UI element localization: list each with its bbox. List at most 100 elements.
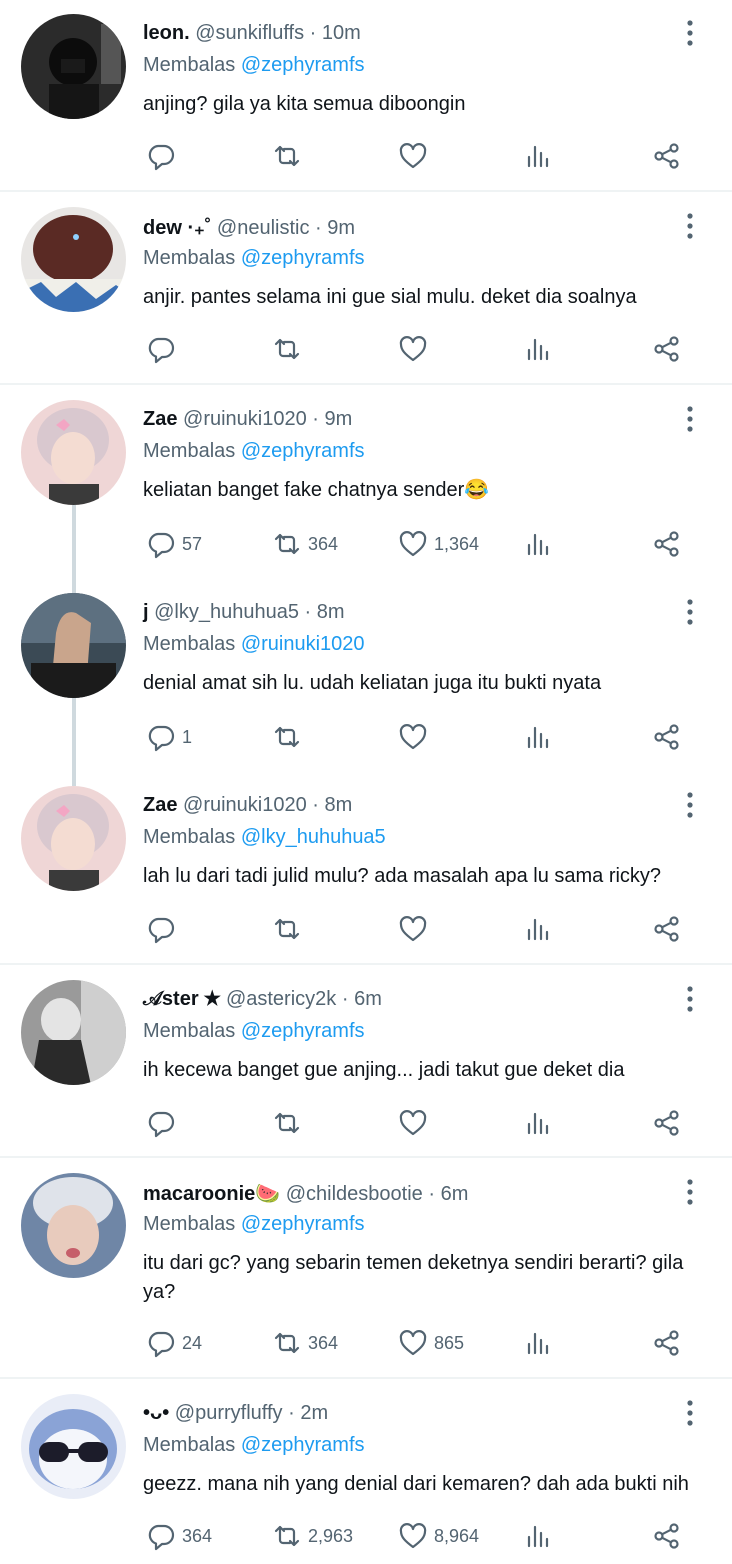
reply-button[interactable] <box>146 140 182 172</box>
like-button[interactable] <box>398 913 434 945</box>
reply-button[interactable] <box>146 913 182 945</box>
more-icon[interactable] <box>678 18 702 48</box>
share-button[interactable] <box>652 528 682 560</box>
tweet-text: itu dari gc? yang sebarin temen deketnya… <box>143 1252 684 1303</box>
retweet-button[interactable]: 364 <box>272 1327 338 1359</box>
share-button[interactable] <box>652 140 682 172</box>
handle[interactable]: @sunkifluffs <box>195 22 304 44</box>
views-button[interactable] <box>524 1107 554 1139</box>
retweet-button[interactable]: 2,963 <box>272 1520 353 1552</box>
handle[interactable]: @childesbootie <box>286 1183 423 1205</box>
timestamp[interactable]: 9m <box>327 217 355 239</box>
like-button[interactable]: 8,964 <box>398 1520 479 1552</box>
share-button[interactable] <box>652 1107 682 1139</box>
more-icon[interactable] <box>678 790 702 820</box>
reply-mention[interactable]: @zephyramfs <box>241 1434 365 1456</box>
more-icon[interactable] <box>678 1177 702 1207</box>
avatar[interactable] <box>21 1394 126 1499</box>
reply-mention[interactable]: @ruinuki1020 <box>241 633 365 655</box>
views-button[interactable] <box>524 140 554 172</box>
reply-button[interactable]: 24 <box>146 1327 202 1359</box>
share-button[interactable] <box>652 333 682 365</box>
avatar[interactable] <box>21 207 126 312</box>
display-name[interactable]: j <box>143 601 149 623</box>
handle[interactable]: @neulistic <box>217 217 310 239</box>
more-icon[interactable] <box>678 211 702 241</box>
retweet-button[interactable] <box>272 140 308 172</box>
share-button[interactable] <box>652 913 682 945</box>
views-button[interactable] <box>524 1520 554 1552</box>
tweet[interactable]: Zae @ruinuki1020 · 9m Membalas @zephyram… <box>0 385 732 578</box>
display-name[interactable]: Zae <box>143 794 177 816</box>
retweet-icon <box>272 529 302 559</box>
retweet-button[interactable]: 364 <box>272 528 338 560</box>
timestamp[interactable]: 10m <box>322 22 361 44</box>
timestamp[interactable]: 9m <box>325 408 353 430</box>
tweet-text: denial amat sih lu. udah keliatan juga i… <box>143 672 602 694</box>
more-icon[interactable] <box>678 404 702 434</box>
timestamp[interactable]: 2m <box>300 1402 328 1424</box>
tweet[interactable]: •ᴗ• @purryfluffy · 2m Membalas @zephyram… <box>0 1379 732 1564</box>
handle[interactable]: @astericy2k <box>226 988 336 1010</box>
avatar[interactable] <box>21 786 126 891</box>
share-button[interactable] <box>652 1520 682 1552</box>
views-button[interactable] <box>524 333 554 365</box>
retweet-button[interactable] <box>272 721 308 753</box>
display-name[interactable]: macaroonie🍉 <box>143 1183 280 1205</box>
timestamp[interactable]: 6m <box>441 1183 469 1205</box>
views-button[interactable] <box>524 528 554 560</box>
reply-mention[interactable]: @zephyramfs <box>241 1213 365 1235</box>
display-name[interactable]: 𝒜ster ★ <box>143 988 220 1010</box>
like-count: 1,364 <box>434 533 480 554</box>
share-button[interactable] <box>652 721 682 753</box>
display-name[interactable]: Zae <box>143 408 177 430</box>
reply-button[interactable]: 1 <box>146 721 192 753</box>
handle[interactable]: @purryfluffy <box>175 1402 283 1424</box>
handle[interactable]: @ruinuki1020 <box>183 408 307 430</box>
display-name[interactable]: •ᴗ• <box>143 1402 169 1424</box>
tweet[interactable]: leon. @sunkifluffs · 10m Membalas @zephy… <box>0 0 732 190</box>
retweet-button[interactable] <box>272 333 308 365</box>
avatar[interactable] <box>21 400 126 505</box>
display-name[interactable]: dew ·₊˚ <box>143 217 211 239</box>
timestamp[interactable]: 8m <box>325 794 353 816</box>
views-button[interactable] <box>524 1327 554 1359</box>
avatar[interactable] <box>21 980 126 1085</box>
like-button[interactable]: 1,364 <box>398 528 479 560</box>
reply-mention[interactable]: @zephyramfs <box>241 247 365 269</box>
tweet[interactable]: Zae @ruinuki1020 · 8m Membalas @lky_huhu… <box>0 771 732 963</box>
display-name[interactable]: leon. <box>143 22 190 44</box>
handle[interactable]: @ruinuki1020 <box>183 794 307 816</box>
timestamp[interactable]: 6m <box>354 988 382 1010</box>
reply-button[interactable] <box>146 333 182 365</box>
avatar[interactable] <box>21 1173 126 1278</box>
timestamp[interactable]: 8m <box>317 601 345 623</box>
share-button[interactable] <box>652 1327 682 1359</box>
views-button[interactable] <box>524 721 554 753</box>
like-button[interactable] <box>398 333 434 365</box>
handle[interactable]: @lky_huhuhua5 <box>154 601 299 623</box>
retweet-button[interactable] <box>272 913 308 945</box>
views-button[interactable] <box>524 913 554 945</box>
tweet[interactable]: j @lky_huhuhua5 · 8m Membalas @ruinuki10… <box>0 578 732 771</box>
avatar[interactable] <box>21 14 126 119</box>
reply-mention[interactable]: @zephyramfs <box>241 54 365 76</box>
more-icon[interactable] <box>678 597 702 627</box>
reply-button[interactable]: 364 <box>146 1520 212 1552</box>
like-button[interactable] <box>398 140 434 172</box>
tweet[interactable]: dew ·₊˚ @neulistic · 9m Membalas @zephyr… <box>0 192 732 383</box>
tweet[interactable]: 𝒜ster ★ @astericy2k · 6m Membalas @zephy… <box>0 965 732 1156</box>
reply-button[interactable] <box>146 1107 182 1139</box>
reply-mention[interactable]: @zephyramfs <box>241 1020 365 1042</box>
tweet[interactable]: macaroonie🍉 @childesbootie · 6m Membalas… <box>0 1158 732 1377</box>
like-button[interactable] <box>398 1107 434 1139</box>
reply-mention[interactable]: @lky_huhuhua5 <box>241 826 386 848</box>
like-button[interactable] <box>398 721 434 753</box>
reply-button[interactable]: 57 <box>146 528 202 560</box>
more-icon[interactable] <box>678 984 702 1014</box>
like-button[interactable]: 865 <box>398 1327 464 1359</box>
more-icon[interactable] <box>678 1398 702 1428</box>
reply-mention[interactable]: @zephyramfs <box>241 440 365 462</box>
avatar[interactable] <box>21 593 126 698</box>
retweet-button[interactable] <box>272 1107 308 1139</box>
